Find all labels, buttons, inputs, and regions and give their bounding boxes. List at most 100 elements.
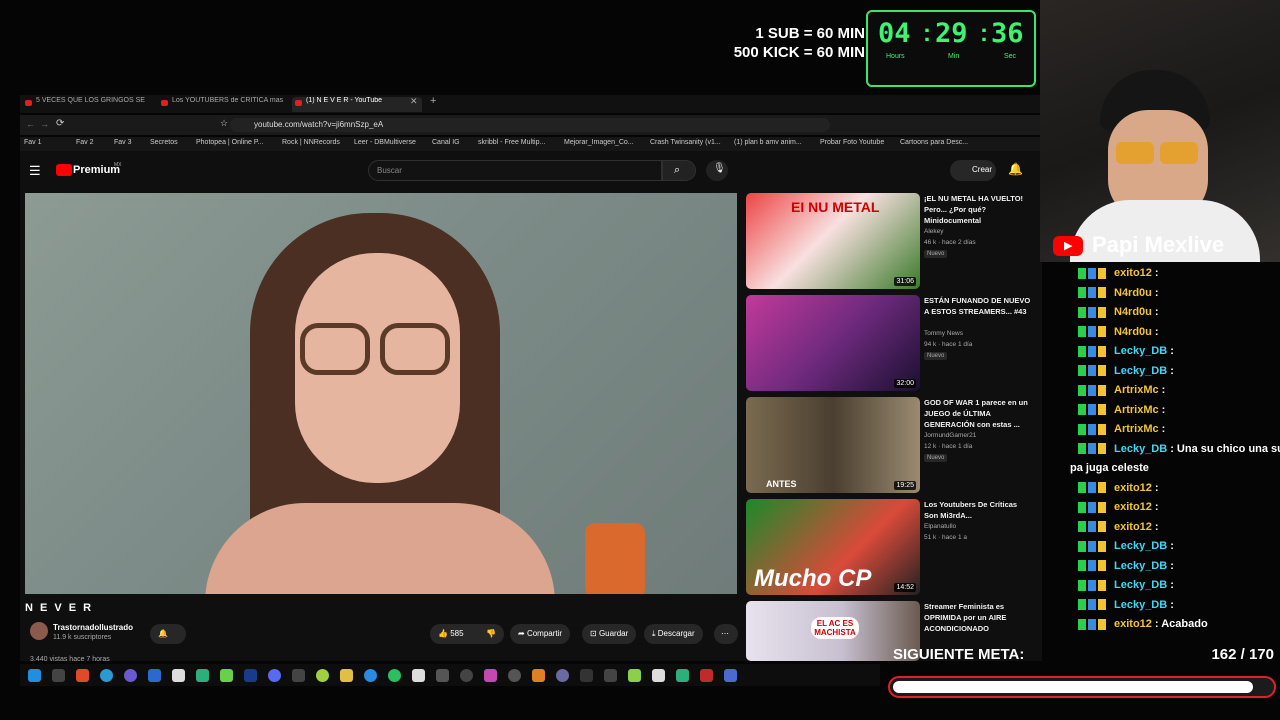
chat-username[interactable]: Lecky_DB	[1114, 365, 1167, 377]
chat-username[interactable]: exito12	[1114, 618, 1152, 630]
recommendation-channel[interactable]: Elpanatullo	[924, 523, 956, 530]
create-button[interactable]: Crear	[950, 160, 996, 181]
chat-username[interactable]: Lecky_DB	[1114, 345, 1167, 357]
save-button[interactable]: ⊡ Guardar	[582, 624, 637, 644]
bookmark-item[interactable]: skribbl - Free Multip...	[478, 139, 545, 146]
bookmark-item[interactable]: Probar Foto Youtube	[820, 139, 884, 146]
search-icon[interactable]	[52, 669, 65, 682]
chat-username[interactable]: pa juga celeste	[1070, 462, 1149, 474]
app-icon[interactable]	[676, 669, 689, 682]
chat-username[interactable]: exito12	[1114, 267, 1152, 279]
recommendation-title[interactable]: ESTÁN FUNANDO DE NUEVO A ESTOS STREAMERS…	[924, 295, 1032, 317]
voice-search-button[interactable]: 🎙	[706, 160, 728, 181]
more-actions-button[interactable]: ⋯	[714, 624, 738, 644]
channel-avatar[interactable]	[30, 622, 48, 640]
chat-username[interactable]: Lecky_DB	[1114, 599, 1167, 611]
bookmark-icon[interactable]: ☆	[220, 118, 228, 129]
browser-tab[interactable]: 5 VECES QUE LOS GRINGOS SE OFEN	[22, 97, 147, 112]
recommendation-item[interactable]: Mucho CP 14:52 Los Youtubers De Críticas…	[746, 499, 1036, 595]
chat-username[interactable]: ArtrixMc	[1114, 423, 1159, 435]
notification-bell-button[interactable]: 🔔	[150, 624, 186, 644]
chat-username[interactable]: Lecky_DB	[1114, 560, 1167, 572]
telegram-icon[interactable]	[364, 669, 377, 682]
app-icon[interactable]	[604, 669, 617, 682]
app-icon[interactable]	[172, 669, 185, 682]
video-thumbnail[interactable]: 32:00	[746, 295, 920, 391]
chat-username[interactable]: Lecky_DB	[1114, 579, 1167, 591]
app-icon[interactable]	[148, 669, 161, 682]
app-icon[interactable]	[724, 669, 737, 682]
chat-username[interactable]: N4rd0u	[1114, 306, 1152, 318]
app-icon[interactable]	[628, 669, 641, 682]
chat-username[interactable]: exito12	[1114, 501, 1152, 513]
channel-name[interactable]: Trastornadollustrado	[53, 623, 133, 632]
recommendation-title[interactable]: Los Youtubers De Críticas Son Mi3rdA...	[924, 499, 1032, 521]
app-icon[interactable]	[436, 669, 449, 682]
bookmark-item[interactable]: Photopea | Online P...	[196, 139, 263, 146]
app-icon[interactable]	[292, 669, 305, 682]
obs-icon[interactable]	[556, 669, 569, 682]
chat-username[interactable]: Lecky_DB	[1114, 540, 1167, 552]
recommendation-title[interactable]: GOD OF WAR 1 parece en un JUEGO de ÚLTIM…	[924, 397, 1032, 430]
bookmark-item[interactable]: Mejorar_Imagen_Co...	[564, 139, 634, 146]
app-icon[interactable]	[412, 669, 425, 682]
recommendation-title[interactable]: ¡EL NU METAL HA VUELTO! Pero... ¿Por qué…	[924, 193, 1032, 226]
bookmark-item[interactable]: Fav 2	[76, 139, 94, 146]
app-icon[interactable]	[700, 669, 713, 682]
video-player[interactable]	[25, 193, 737, 594]
search-input[interactable]: Buscar	[368, 160, 662, 181]
chat-username[interactable]: exito12	[1114, 482, 1152, 494]
reload-icon[interactable]: ⟳	[56, 118, 64, 129]
dislike-button[interactable]: 👎	[480, 624, 504, 644]
url-field[interactable]: youtube.com/watch?v=ji6mnSzp_eA	[230, 118, 830, 132]
bookmark-item[interactable]: Cartoons para Desc...	[900, 139, 968, 146]
recommendation-item[interactable]: ANTES 19:25 GOD OF WAR 1 parece en un JU…	[746, 397, 1036, 493]
edge-icon[interactable]	[100, 669, 113, 682]
chat-username[interactable]: ArtrixMc	[1114, 404, 1159, 416]
video-thumbnail[interactable]: EI NU METAL 31:06	[746, 193, 920, 289]
chat-username[interactable]: N4rd0u	[1114, 287, 1152, 299]
whatsapp-icon[interactable]	[388, 669, 401, 682]
youtube-logo-icon[interactable]	[56, 164, 72, 176]
close-tab-icon[interactable]: ✕	[410, 96, 418, 107]
search-button[interactable]: ⌕	[662, 160, 696, 181]
notifications-icon[interactable]: 🔔	[1008, 162, 1023, 176]
recommendation-item[interactable]: 32:00 ESTÁN FUNANDO DE NUEVO A ESTOS STR…	[746, 295, 1036, 391]
app-icon[interactable]	[460, 669, 473, 682]
recommendation-channel[interactable]: JormundGamer21	[924, 432, 976, 439]
bookmark-item[interactable]: Fav 3	[114, 139, 132, 146]
folder-icon[interactable]	[340, 669, 353, 682]
app-icon[interactable]	[220, 669, 233, 682]
video-thumbnail[interactable]: Mucho CP 14:52	[746, 499, 920, 595]
bookmark-item[interactable]: Rock | NNRecords	[282, 139, 340, 146]
brave-icon[interactable]	[76, 669, 89, 682]
app-icon[interactable]	[196, 669, 209, 682]
new-tab-icon[interactable]: +	[430, 95, 436, 107]
app-icon[interactable]	[652, 669, 665, 682]
bookmark-item[interactable]: Leer - DBMultiverse	[354, 139, 416, 146]
recommendation-item[interactable]: EI NU METAL 31:06 ¡EL NU METAL HA VUELTO…	[746, 193, 1036, 289]
photoshop-icon[interactable]	[244, 669, 257, 682]
recommendation-channel[interactable]: Alekey	[924, 228, 944, 235]
bookmark-item[interactable]: Fav 1	[24, 139, 42, 146]
app-icon[interactable]	[508, 669, 521, 682]
app-icon[interactable]	[580, 669, 593, 682]
chat-username[interactable]: Lecky_DB	[1114, 443, 1167, 455]
chat-username[interactable]: exito12	[1114, 521, 1152, 533]
back-icon[interactable]: ←	[26, 119, 35, 129]
bookmark-item[interactable]: (1) plan b amv anim...	[734, 139, 802, 146]
download-button[interactable]: ⤓ Descargar	[644, 624, 703, 644]
video-thumbnail[interactable]: ANTES 19:25	[746, 397, 920, 493]
bookmark-item[interactable]: Crash Twinsanity (v1...	[650, 139, 721, 146]
forward-icon[interactable]: →	[40, 119, 49, 129]
recommendation-title[interactable]: Streamer Feminista es OPRIMIDA por un AI…	[924, 601, 1032, 634]
app-icon[interactable]	[124, 669, 137, 682]
start-icon[interactable]	[28, 669, 41, 682]
menu-icon[interactable]: ☰	[29, 163, 41, 179]
browser-tab-active[interactable]: (1) N E V E R - YouTube	[292, 97, 422, 112]
bookmark-item[interactable]: Canal IG	[432, 139, 460, 146]
app-icon[interactable]	[484, 669, 497, 682]
recommendation-channel[interactable]: Tommy News	[924, 330, 963, 337]
chat-username[interactable]: ArtrixMc	[1114, 384, 1159, 396]
app-icon[interactable]	[316, 669, 329, 682]
